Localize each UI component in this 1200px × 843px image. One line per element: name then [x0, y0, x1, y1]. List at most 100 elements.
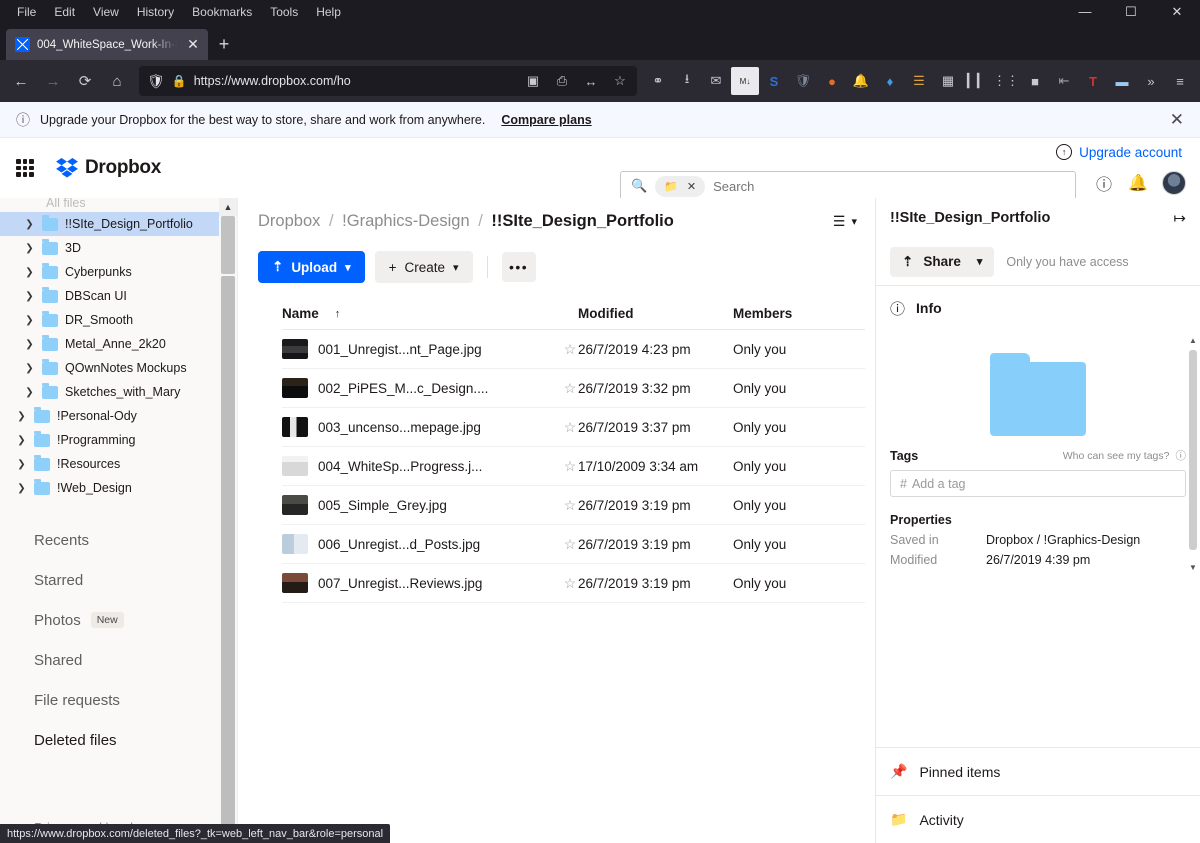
sidebar-item-shared[interactable]: Shared [0, 640, 219, 680]
chevron-right-icon[interactable]: ❯ [16, 411, 27, 422]
star-icon[interactable]: ☆ [562, 458, 578, 475]
tree-item[interactable]: ❯ !Personal-Ody [0, 404, 219, 428]
table-row[interactable]: 007_Unregist...Reviews.jpg ☆ 26/7/2019 3:1… [282, 564, 865, 603]
panel-scroll-up-icon[interactable]: ▲ [1186, 334, 1200, 347]
container-icon[interactable]: ↔ [578, 68, 604, 94]
chevron-right-icon[interactable]: ❯ [16, 459, 27, 470]
grid-plus-icon[interactable]: ▦ [934, 67, 962, 95]
tree-item[interactable]: ❯ !!SIte_Design_Portfolio [0, 212, 219, 236]
table-row[interactable]: 001_Unregist...nt_Page.jpg ☆ 26/7/2019 4:2… [282, 330, 865, 369]
mail-icon[interactable]: ✉ [702, 67, 730, 95]
back-icon[interactable]: ← [6, 66, 36, 96]
search-input[interactable] [713, 178, 1065, 194]
home-icon[interactable]: ⌂ [102, 66, 132, 96]
new-tab-button[interactable]: + [208, 29, 240, 60]
maximize-button[interactable]: ☐ [1108, 0, 1154, 23]
table-row[interactable]: 002_PiPES_M...c_Design.... ☆ 26/7/2019 3:3… [282, 369, 865, 408]
scroll-up-icon[interactable]: ▲ [219, 198, 237, 216]
apps-grid-icon[interactable] [16, 159, 34, 177]
tags-help[interactable]: Who can see my tags? ⓘ [1063, 448, 1186, 463]
forward-icon[interactable]: → [38, 66, 68, 96]
chevron-right-icon[interactable]: ❯ [24, 219, 35, 230]
bookmark-star-icon[interactable]: ☆ [607, 68, 633, 94]
tree-item[interactable]: ❯ 3D [0, 236, 219, 260]
sidebar-item-file-requests[interactable]: File requests [0, 680, 219, 720]
reload-icon[interactable]: ⟳ [70, 66, 100, 96]
menu-edit[interactable]: Edit [45, 3, 84, 21]
star-icon[interactable]: ☆ [562, 341, 578, 358]
chevron-right-icon[interactable]: ❯ [24, 363, 35, 374]
sidebar-item-deleted-files[interactable]: Deleted files [0, 720, 219, 760]
clip-icon[interactable]: ⇤ [1050, 67, 1078, 95]
markdown-icon[interactable]: M↓ [731, 67, 759, 95]
table-row[interactable]: 003_uncenso...mepage.jpg ☆ 26/7/2019 3:37 … [282, 408, 865, 447]
search-box[interactable]: 🔍 📁 ✕ [620, 171, 1076, 201]
tiles-icon[interactable]: ■ [1021, 67, 1049, 95]
column-modified[interactable]: Modified [578, 306, 733, 321]
file-name-cell[interactable]: 003_uncenso...mepage.jpg ☆ [282, 417, 578, 437]
upgrade-account-link[interactable]: ↑ Upgrade account [1056, 144, 1182, 160]
dropbox-logo[interactable]: Dropbox [56, 157, 161, 179]
barcode-icon[interactable]: ▎▎ [963, 67, 991, 95]
star-icon[interactable]: ☆ [562, 419, 578, 436]
pocket-icon[interactable]: ⚭ [644, 67, 672, 95]
file-name-cell[interactable]: 002_PiPES_M...c_Design.... ☆ [282, 378, 578, 398]
pinned-items-section[interactable]: 📌 Pinned items [876, 747, 1200, 795]
breadcrumb-root[interactable]: Dropbox [258, 212, 320, 230]
chevron-right-icon[interactable]: ❯ [16, 435, 27, 446]
gem-icon[interactable]: ♦ [876, 67, 904, 95]
sidebar-item-recents[interactable]: Recents [0, 520, 219, 560]
chevron-right-icon[interactable]: ❯ [24, 315, 35, 326]
notification-bell-icon[interactable]: 🔔 [1128, 173, 1148, 193]
tampermonkey-icon[interactable]: T [1079, 67, 1107, 95]
chevron-right-icon[interactable]: ❯ [24, 267, 35, 278]
notes-icon[interactable]: ▬ [1108, 67, 1136, 95]
tree-item[interactable]: ❯ DR_Smooth [0, 308, 219, 332]
download-icon[interactable]: ⭳ [673, 67, 701, 95]
tree-item[interactable]: ❯ Sketches_with_Mary [0, 380, 219, 404]
view-options-button[interactable]: ☰ ▾ [833, 213, 857, 230]
tree-item[interactable]: ❯ QOwnNotes Mockups [0, 356, 219, 380]
sidebar-item-starred[interactable]: Starred [0, 560, 219, 600]
file-name-cell[interactable]: 004_WhiteSp...Progress.j... ☆ [282, 456, 578, 476]
breadcrumb-parent[interactable]: !Graphics-Design [342, 212, 469, 230]
panel-scroll-thumb[interactable] [1189, 350, 1197, 550]
tab-close-icon[interactable]: ✕ [184, 36, 202, 53]
minimize-button[interactable]: — [1062, 0, 1108, 23]
panel-scrollbar[interactable]: ▲ ▼ [1186, 334, 1200, 574]
dots-grid-icon[interactable]: ⋮⋮ [992, 67, 1020, 95]
share-button[interactable]: ⇡ Share ▾ [890, 246, 995, 277]
umatrix-icon[interactable]: ● [818, 67, 846, 95]
sidebar-scroll-thumb[interactable] [221, 216, 235, 274]
column-members[interactable]: Members [733, 306, 865, 321]
tree-item[interactable]: ❯ !Resources [0, 452, 219, 476]
bell-icon[interactable]: 🔔 [847, 67, 875, 95]
file-name-cell[interactable]: 006_Unregist...d_Posts.jpg ☆ [282, 534, 578, 554]
translate-icon[interactable]: ⎙ [549, 68, 575, 94]
menu-file[interactable]: File [8, 3, 45, 21]
file-name-cell[interactable]: 005_Simple_Grey.jpg ☆ [282, 495, 578, 515]
address-bar[interactable]: 🛡 🔒 https://www.dropbox.com/ho ▣ ⎙ ↔ ☆ [139, 66, 637, 96]
layers-icon[interactable]: ☰ [905, 67, 933, 95]
chevron-right-icon[interactable]: ❯ [16, 483, 27, 494]
table-row[interactable]: 006_Unregist...d_Posts.jpg ☆ 26/7/2019 3:1… [282, 525, 865, 564]
add-tag-input[interactable]: # Add a tag [890, 470, 1186, 497]
sidebar-scrollbar[interactable]: ▲ ▼ [219, 198, 237, 843]
star-icon[interactable]: ☆ [562, 497, 578, 514]
table-row[interactable]: 005_Simple_Grey.jpg ☆ 26/7/2019 3:19 pm Onl… [282, 486, 865, 525]
menu-history[interactable]: History [128, 3, 183, 21]
tree-item[interactable]: ❯ !Programming [0, 428, 219, 452]
table-row[interactable]: 004_WhiteSp...Progress.j... ☆ 17/10/2009 3… [282, 447, 865, 486]
menu-view[interactable]: View [84, 3, 128, 21]
column-name[interactable]: Name ↑ [282, 306, 578, 321]
app-menu-icon[interactable]: ≡ [1166, 67, 1194, 95]
star-icon[interactable]: ☆ [562, 380, 578, 397]
collapse-panel-icon[interactable]: ↦ [1173, 209, 1186, 227]
chevron-right-icon[interactable]: ❯ [24, 243, 35, 254]
more-actions-button[interactable]: ••• [501, 252, 536, 282]
create-button[interactable]: + Create ▾ [374, 251, 473, 283]
file-name-cell[interactable]: 001_Unregist...nt_Page.jpg ☆ [282, 339, 578, 359]
user-avatar[interactable] [1162, 171, 1186, 195]
menu-help[interactable]: Help [307, 3, 350, 21]
s-icon[interactable]: S [760, 67, 788, 95]
